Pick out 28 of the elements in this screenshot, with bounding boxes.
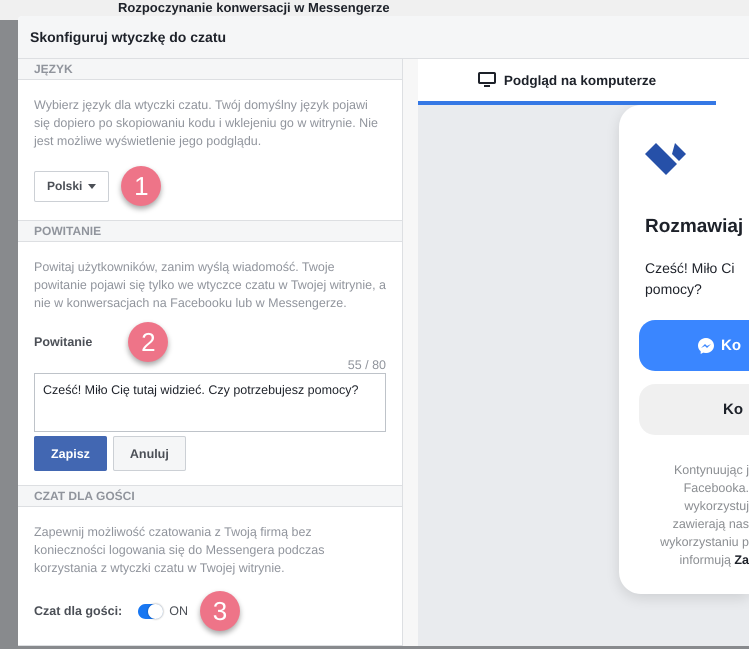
section-header: JĘZYK (18, 59, 402, 80)
guest-chat-toggle[interactable] (138, 604, 164, 618)
cancel-button[interactable]: Anuluj (112, 436, 186, 471)
chat-title: Rozmawiaj (645, 216, 744, 238)
guest-chat-label: Czat dla gości: (34, 604, 122, 618)
page-title: Rozpoczynanie konwersacji w Messengerze (118, 0, 390, 15)
monitor-icon (478, 72, 496, 88)
language-dropdown[interactable]: Polski (34, 170, 110, 202)
character-counter: 55 / 80 (346, 358, 386, 372)
section-description: Powitaj użytkowników, zanim wyślą wiadomość. Twoje powitanie pojawi się tylko we wtyczce czatu w Twojej witrynie, a nie w konwersacjach na Facebooku lub w Messengerze. (34, 259, 386, 312)
section-description: Zapewnij możliwość czatowania z Twoją firmą bez konieczności logowania się do Messengera podczas korzystania z wtyczki czatu w Twojej witrynie. (34, 524, 326, 577)
dialog-title: Skonfiguruj wtyczkę do czatu (18, 16, 749, 59)
logo-icon (645, 143, 687, 175)
section-header: CZAT DLA GOŚCI (18, 486, 402, 507)
save-button[interactable]: Zapisz (34, 436, 107, 471)
step-number-badge: 3 (200, 591, 240, 631)
guest-chat-button[interactable]: Ko (639, 384, 749, 435)
step-number-badge: 2 (128, 322, 168, 362)
greeting-label: Powitanie (34, 335, 92, 349)
messenger-icon (697, 336, 715, 354)
greeting-field[interactable]: Cześć! Miło Cię tutaj widzieć. Czy potrzebujesz pomocy? (34, 373, 386, 432)
section-description: Wybierz język dla wtyczki czatu. Twój domyślny język pojawi się dopiero po skopiowaniu kodu i wklejeniu go w witrynie. Nie jest możliwe wyświetlenie jego podglądu. (34, 97, 379, 150)
step-number-badge: 1 (121, 166, 162, 206)
section-header: POWITANIE (18, 221, 402, 242)
caret-icon (88, 184, 96, 188)
consent-text: Kontynuując j Facebooka. wykorzystuj zawierają nas wykorzystaniu p informują Za (659, 462, 749, 569)
chat-greeting: Cześć! Miło Ci pomocy? (645, 259, 736, 299)
toggle-state: ON (169, 604, 188, 618)
